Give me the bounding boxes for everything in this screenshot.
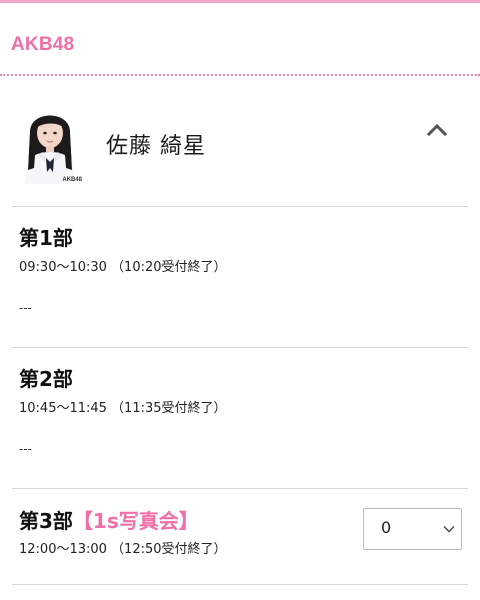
chevron-up-icon-graphic bbox=[426, 123, 448, 137]
chevron-down-icon bbox=[443, 526, 455, 533]
session-1-status: --- bbox=[19, 301, 32, 315]
session-1-time: 09:30〜10:30 （10:20受付終了） bbox=[19, 260, 227, 275]
section-divider bbox=[12, 206, 468, 207]
session-2-time: 10:45〜11:45 （11:35受付終了） bbox=[19, 401, 227, 416]
session-1-label: 第1部 bbox=[19, 226, 73, 250]
section-divider bbox=[12, 347, 468, 348]
session-3-label: 第3部 bbox=[19, 509, 73, 533]
section-divider bbox=[12, 584, 468, 585]
session-3-tag: 【1s写真会】 bbox=[72, 509, 199, 533]
photo-caption: AKB48 bbox=[62, 177, 82, 183]
brand-logo[interactable]: AKB48 bbox=[11, 34, 74, 56]
session-3-title: 第3部【1s写真会】 bbox=[19, 505, 199, 534]
section-divider bbox=[12, 488, 468, 489]
page: AKB48 AKB48 佐藤 綺星 第1部 09:30〜10:30 （10:20… bbox=[0, 0, 480, 600]
member-photo: AKB48 bbox=[16, 102, 84, 184]
session-3-quantity-select[interactable]: 0 bbox=[363, 508, 462, 550]
quantity-value: 0 bbox=[381, 518, 392, 537]
member-row[interactable]: AKB48 佐藤 綺星 bbox=[0, 78, 480, 206]
session-2-status: --- bbox=[19, 442, 32, 456]
site-header: AKB48 bbox=[0, 3, 480, 76]
session-2-title: 第2部 bbox=[19, 363, 73, 392]
member-portrait-image bbox=[16, 102, 84, 184]
chevron-up-icon[interactable] bbox=[424, 120, 450, 140]
session-1-title: 第1部 bbox=[19, 222, 73, 251]
session-2-label: 第2部 bbox=[19, 367, 73, 391]
member-name: 佐藤 綺星 bbox=[106, 134, 206, 159]
session-3-time: 12:00〜13:00 （12:50受付終了） bbox=[19, 542, 227, 557]
